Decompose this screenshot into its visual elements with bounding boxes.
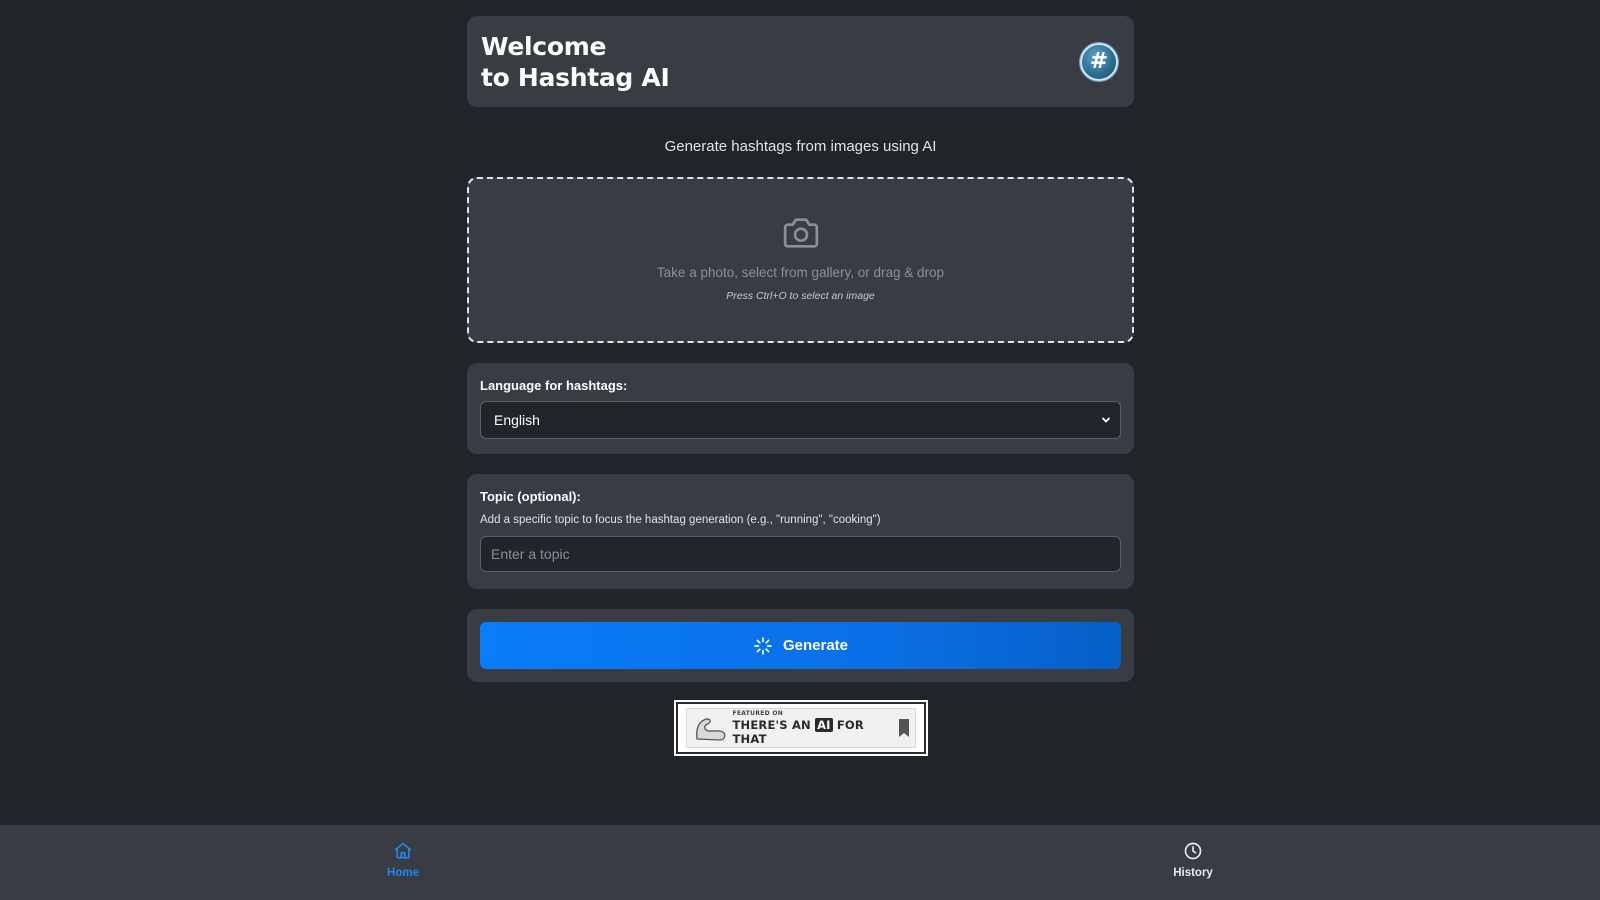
image-dropzone[interactable]: Take a photo, select from gallery, or dr… xyxy=(467,177,1134,343)
flexing-arm-icon xyxy=(695,718,725,741)
shortcut-hint: Press Ctrl+O to select an image xyxy=(726,290,875,302)
badge-ai-box: AI xyxy=(815,718,833,732)
language-select[interactable]: English xyxy=(480,401,1121,439)
main-container: Welcome to Hashtag AI # Generate hashtag… xyxy=(467,16,1134,756)
bookmark-icon xyxy=(898,719,909,737)
badge-small-text: FEATURED ON xyxy=(732,710,784,717)
language-selected-value: English xyxy=(494,412,540,428)
home-icon xyxy=(394,842,412,859)
clock-icon xyxy=(1184,842,1202,860)
nav-item-home[interactable]: Home xyxy=(363,841,443,879)
featured-badge-link[interactable]: FEATURED ON THERE'S AN AI FOR THAT xyxy=(673,700,928,756)
chevron-down-icon xyxy=(1102,417,1110,423)
topic-card: Topic (optional): Add a specific topic t… xyxy=(467,474,1134,589)
camera-icon xyxy=(783,218,818,248)
header-card: Welcome to Hashtag AI # xyxy=(467,16,1134,107)
featured-badge-wrapper: FEATURED ON THERE'S AN AI FOR THAT xyxy=(467,700,1134,756)
hashtag-logo-icon: # xyxy=(1080,42,1118,81)
badge-text-start: THERE'S AN xyxy=(732,718,816,732)
featured-badge: FEATURED ON THERE'S AN AI FOR THAT xyxy=(685,708,916,748)
title-line-2: to Hashtag AI xyxy=(481,62,670,92)
upload-instruction: Take a photo, select from gallery, or dr… xyxy=(656,265,945,280)
generate-card: Generate xyxy=(467,609,1134,682)
bottom-navigation: Home History xyxy=(0,825,1600,900)
language-card: Language for hashtags: English xyxy=(467,363,1134,454)
title-line-1: Welcome xyxy=(481,31,607,61)
topic-placeholder: Enter a topic xyxy=(491,546,570,562)
topic-input[interactable]: Enter a topic xyxy=(480,536,1121,572)
nav-label-home: Home xyxy=(387,867,419,879)
subtitle: Generate hashtags from images using AI xyxy=(664,138,937,155)
generate-label: Generate xyxy=(782,637,849,654)
nav-label-history: History xyxy=(1173,867,1213,879)
badge-text: FEATURED ON THERE'S AN AI FOR THAT xyxy=(733,710,899,746)
badge-big-text: THERE'S AN AI FOR THAT xyxy=(733,718,899,746)
nav-item-history[interactable]: History xyxy=(1153,841,1233,879)
logo-glyph: # xyxy=(1089,48,1109,74)
generate-button[interactable]: Generate xyxy=(480,622,1121,669)
spinner-icon xyxy=(754,636,772,655)
topic-label: Topic (optional): xyxy=(480,489,581,504)
language-label: Language for hashtags: xyxy=(480,378,628,393)
topic-help: Add a specific topic to focus the hashta… xyxy=(480,514,881,526)
page-title: Welcome to Hashtag AI xyxy=(481,31,670,93)
